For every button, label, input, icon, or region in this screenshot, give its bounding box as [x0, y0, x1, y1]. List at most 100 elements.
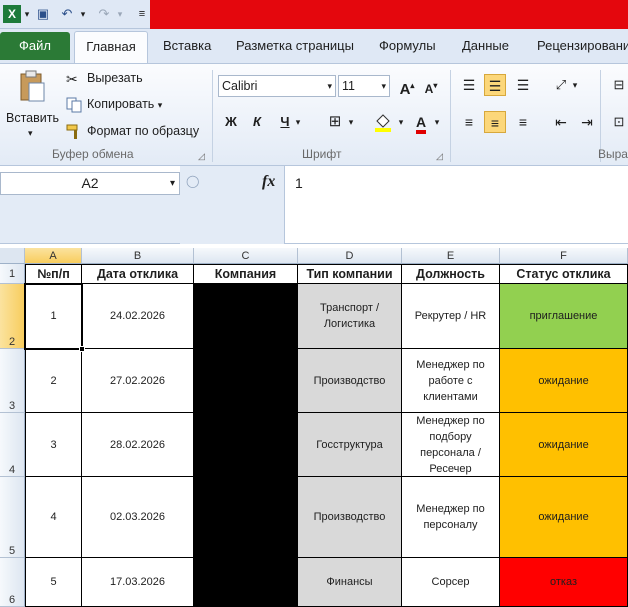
menu-arrow-icon[interactable]: ▾	[22, 5, 32, 23]
font-name-dropdown-icon[interactable]: ▾	[327, 76, 332, 96]
cell-date[interactable]: 17.03.2026	[82, 558, 194, 607]
tab-formulas[interactable]: Формулы	[379, 38, 436, 53]
header-cell-num[interactable]: №п/п	[25, 264, 82, 284]
cell-company[interactable]	[194, 349, 298, 413]
font-launcher-icon[interactable]: ◿	[436, 151, 443, 162]
paste-dropdown-icon[interactable]: ▾	[28, 128, 33, 139]
cell-date[interactable]: 28.02.2026	[82, 413, 194, 477]
header-cell-company[interactable]: Компания	[194, 264, 298, 284]
copy-dropdown-icon[interactable]: ▾	[158, 100, 163, 110]
increase-indent-icon[interactable]: ⇥	[576, 111, 598, 133]
clipboard-launcher-icon[interactable]: ◿	[198, 151, 205, 162]
cell-num[interactable]: 3	[25, 413, 82, 477]
row-header[interactable]: 5	[0, 477, 25, 558]
undo-dropdown-icon[interactable]: ▾	[78, 5, 88, 23]
cell-status[interactable]: приглашение	[500, 284, 628, 349]
column-header-f[interactable]: F	[500, 248, 628, 264]
row-header[interactable]: 4	[0, 413, 25, 477]
borders-icon[interactable]: ⊞	[324, 111, 346, 133]
tab-home[interactable]: Главная	[74, 31, 148, 64]
format-painter-button[interactable]: Формат по образцу	[66, 120, 199, 142]
select-all-corner[interactable]	[0, 248, 25, 264]
row-header[interactable]: 2	[0, 284, 25, 349]
cell-status[interactable]: отказ	[500, 558, 628, 607]
font-size-dropdown-icon[interactable]: ▾	[381, 76, 386, 96]
fill-handle[interactable]	[79, 346, 85, 352]
paste-button[interactable]: Вставить	[6, 111, 59, 125]
column-header-e[interactable]: E	[402, 248, 500, 264]
cell-company-type[interactable]: Производство	[298, 477, 402, 558]
shrink-font-icon[interactable]: A▾	[420, 75, 442, 97]
paste-icon[interactable]	[18, 70, 46, 104]
decrease-indent-icon[interactable]: ⇤	[550, 111, 572, 133]
header-cell-status[interactable]: Статус отклика	[500, 264, 628, 284]
tab-file[interactable]: Файл	[0, 32, 70, 60]
cell-status[interactable]: ожидание	[500, 477, 628, 558]
cell-position[interactable]: Менеджер по работе с клиентами	[402, 349, 500, 413]
cell-date[interactable]: 24.02.2026	[82, 284, 194, 349]
cell-company-type[interactable]: Финансы	[298, 558, 402, 607]
column-header-c[interactable]: C	[194, 248, 298, 264]
borders-dropdown-icon[interactable]: ▾	[346, 111, 356, 133]
copy-button[interactable]: Копировать ▾	[66, 93, 162, 115]
row-header[interactable]: 3	[0, 349, 25, 413]
orientation-icon[interactable]: ⤢	[550, 74, 572, 96]
font-size-combo[interactable]: 11 ▾	[338, 75, 390, 97]
formula-input[interactable]: 1	[284, 166, 628, 244]
tab-data[interactable]: Данные	[462, 38, 509, 53]
align-bottom-icon[interactable]: ☰	[512, 74, 534, 96]
header-cell-company-type[interactable]: Тип компании	[298, 264, 402, 284]
formula-bar-grip-icon[interactable]: ◯	[186, 174, 199, 188]
column-header-d[interactable]: D	[298, 248, 402, 264]
cell-company-type[interactable]: Транспорт / Логистика	[298, 284, 402, 349]
font-name-combo[interactable]: Calibri ▾	[218, 75, 336, 97]
cell-num[interactable]: 4	[25, 477, 82, 558]
font-color-dropdown-icon[interactable]: ▾	[432, 111, 442, 133]
row-header[interactable]: 1	[0, 264, 25, 284]
cell-company[interactable]	[194, 558, 298, 607]
align-middle-icon[interactable]: ☰	[484, 74, 506, 96]
orientation-dropdown-icon[interactable]: ▾	[570, 74, 580, 96]
column-header-b[interactable]: B	[82, 248, 194, 264]
cell-date[interactable]: 02.03.2026	[82, 477, 194, 558]
align-right-icon[interactable]: ≡	[512, 111, 534, 133]
align-left-icon[interactable]: ≡	[458, 111, 480, 133]
header-cell-date[interactable]: Дата отклика	[82, 264, 194, 284]
italic-button[interactable]: К	[246, 111, 268, 133]
row-header[interactable]: 6	[0, 558, 25, 607]
cell-company-type[interactable]: Госструктура	[298, 413, 402, 477]
underline-dropdown-icon[interactable]: ▾	[293, 111, 303, 133]
grow-font-icon[interactable]: A▴	[396, 75, 418, 98]
cell-num[interactable]: 5	[25, 558, 82, 607]
cell-status[interactable]: ожидание	[500, 413, 628, 477]
redo-dropdown-icon[interactable]: ▾	[115, 5, 125, 23]
undo-icon[interactable]: ↶	[58, 5, 76, 23]
cell-company-type[interactable]: Производство	[298, 349, 402, 413]
tab-review[interactable]: Рецензировани	[537, 38, 628, 53]
redo-icon[interactable]: ↷	[95, 5, 113, 23]
cell-num[interactable]: 2	[25, 349, 82, 413]
cell-status[interactable]: ожидание	[500, 349, 628, 413]
insert-function-icon[interactable]: fx	[262, 173, 275, 191]
fill-color-icon[interactable]	[372, 111, 394, 133]
cut-button[interactable]: ✂ Вырезать	[66, 67, 143, 89]
align-top-icon[interactable]: ☰	[458, 74, 480, 96]
cell-num[interactable]: 1	[25, 284, 82, 349]
fill-color-dropdown-icon[interactable]: ▾	[396, 111, 406, 133]
cell-date[interactable]: 27.02.2026	[82, 349, 194, 413]
align-center-icon[interactable]: ≡	[484, 111, 506, 133]
cell-position[interactable]: Менеджер по персоналу	[402, 477, 500, 558]
tab-page-layout[interactable]: Разметка страницы	[236, 38, 354, 53]
cell-position[interactable]: Менеджер по подбору персонала / Ресечер	[402, 413, 500, 477]
bold-button[interactable]: Ж	[220, 111, 242, 133]
cell-company[interactable]	[194, 413, 298, 477]
font-color-icon[interactable]: A	[410, 111, 432, 134]
merge-center-icon[interactable]: ⊡	[608, 111, 628, 133]
name-box-dropdown-icon[interactable]: ▾	[170, 173, 175, 194]
save-icon[interactable]: ▣	[34, 5, 52, 23]
cell-company[interactable]	[194, 477, 298, 558]
excel-logo-icon[interactable]: X	[3, 5, 21, 23]
cell-position[interactable]: Рекрутер / HR	[402, 284, 500, 349]
cell-position[interactable]: Сорсер	[402, 558, 500, 607]
customize-quick-access-icon[interactable]: ≡	[136, 5, 148, 23]
